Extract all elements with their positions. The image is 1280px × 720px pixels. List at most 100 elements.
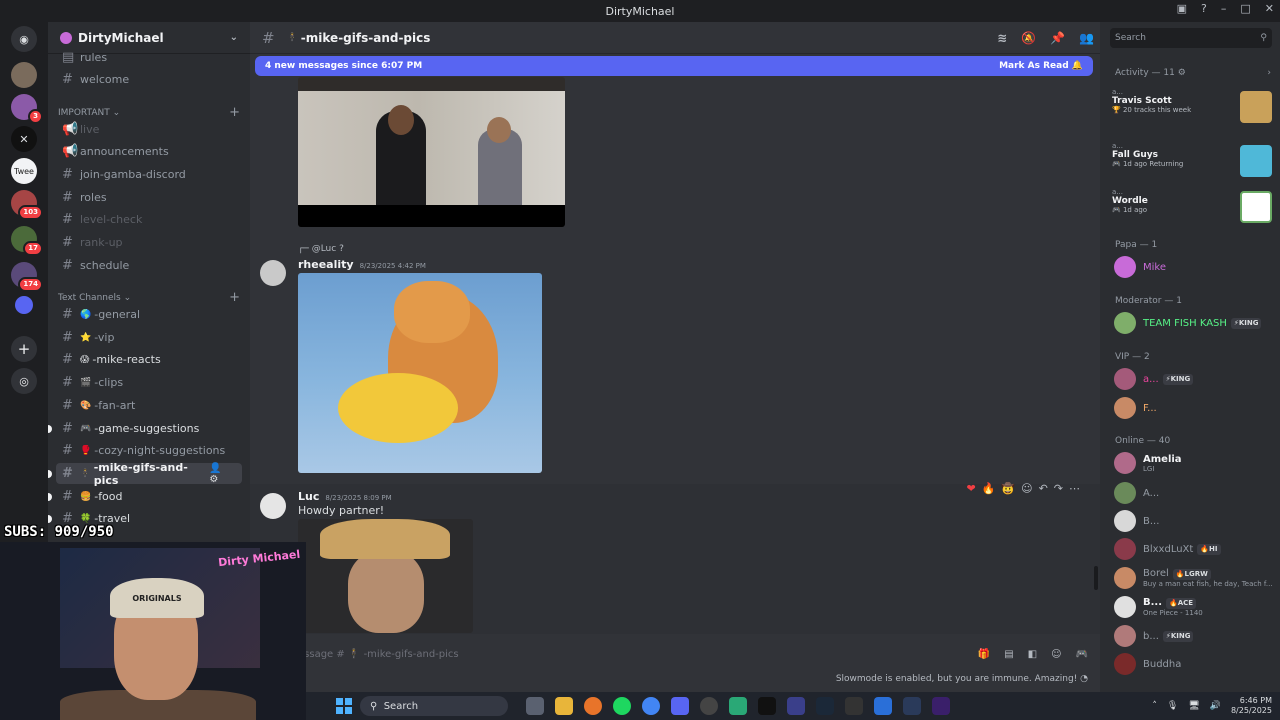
notification-bell-icon[interactable]: 🔕 xyxy=(1021,31,1036,45)
gift-icon[interactable]: 🎁 xyxy=(978,649,990,660)
network-icon[interactable]: 🖥 xyxy=(1188,701,1199,711)
member-item[interactable]: Buddha xyxy=(1114,651,1276,677)
member-item[interactable]: a... ⚡KING xyxy=(1114,366,1276,392)
reply-icon[interactable]: ↶ xyxy=(1039,482,1048,495)
sticker-icon[interactable]: ◧ xyxy=(1028,649,1037,660)
member-item[interactable]: Amelia LGI xyxy=(1114,450,1276,476)
gif-attachment[interactable] xyxy=(298,519,473,633)
app-icon[interactable] xyxy=(874,697,892,715)
discover-icon[interactable]: ◎ xyxy=(11,368,37,394)
server-icon[interactable] xyxy=(11,62,37,88)
channel-game-suggestions[interactable]: # 🎮 -game-suggestions xyxy=(56,418,242,439)
channel-food[interactable]: # 🍔 -food xyxy=(56,486,242,507)
message-author[interactable]: Luc 8/23/2025 8:09 PM xyxy=(298,490,392,503)
avatar[interactable] xyxy=(260,260,286,286)
channel-roles[interactable]: # roles xyxy=(56,187,242,208)
close-button[interactable]: ✕ xyxy=(1265,2,1274,15)
channel-live[interactable]: 📢 live xyxy=(56,119,242,140)
channel-mike-gifs-and-pics[interactable]: # 🕴 -mike-gifs-and-pics 👤⚙ xyxy=(56,461,242,487)
reaction-button[interactable]: ❤ xyxy=(966,482,975,495)
forward-icon[interactable]: ↷ xyxy=(1054,482,1063,495)
activity-card[interactable]: a... Travis Scott 🏆 20 tracks this week xyxy=(1112,88,1272,130)
server-icon[interactable]: ✕ xyxy=(11,126,37,152)
channel-clips[interactable]: # 🎬 -clips xyxy=(56,372,242,393)
help-icon[interactable]: ? xyxy=(1201,2,1207,15)
volume-icon[interactable]: 🔊 xyxy=(1210,701,1221,711)
add-server-icon[interactable]: + xyxy=(11,336,37,362)
pin-icon[interactable]: 📌 xyxy=(1050,31,1065,45)
app-icon[interactable] xyxy=(903,697,921,715)
search-input[interactable]: Search ⚲ xyxy=(1110,28,1272,48)
reply-reference[interactable]: ┌─ @Luc ? xyxy=(298,244,344,254)
channel-settings-icon[interactable]: 👤⚙ xyxy=(209,463,236,485)
category-important[interactable]: IMPORTANT ⌄ + xyxy=(58,105,244,120)
app-icon[interactable] xyxy=(729,697,747,715)
channel-level-check[interactable]: # level-check xyxy=(56,209,242,230)
mark-as-read-button[interactable]: Mark As Read 🔔 xyxy=(999,61,1083,71)
taskbar-search[interactable]: ⚲ Search xyxy=(360,696,508,716)
add-channel-icon[interactable]: + xyxy=(229,290,240,305)
server-folder[interactable]: 17 xyxy=(11,226,43,256)
mic-icon[interactable]: 🎙 xyxy=(1167,701,1178,711)
minimize-button[interactable]: – xyxy=(1221,2,1227,15)
inbox-icon[interactable]: ▣ xyxy=(1177,2,1187,15)
emoji-icon[interactable]: ☺ xyxy=(1051,649,1061,660)
threads-icon[interactable]: ≋ xyxy=(997,31,1007,45)
app-icon[interactable] xyxy=(845,697,863,715)
member-item[interactable]: B... 🔥ACE One Piece - 1140 xyxy=(1114,594,1276,620)
avatar[interactable] xyxy=(260,493,286,519)
gif-attachment[interactable] xyxy=(298,273,542,473)
activity-icon[interactable]: 🎮 xyxy=(1076,649,1088,660)
server-icon[interactable]: 3 xyxy=(11,94,43,124)
channel-announcements[interactable]: 📢 announcements xyxy=(56,141,242,162)
server-folder[interactable]: 174 xyxy=(11,262,43,292)
channel-rules[interactable]: ▤ rules xyxy=(56,47,242,68)
premiere-icon[interactable] xyxy=(932,697,950,715)
member-item[interactable]: BlxxdLuXt 🔥HI xyxy=(1114,536,1276,562)
category-text-channels[interactable]: Text Channels ⌄ + xyxy=(58,290,244,305)
member-list-icon[interactable]: 👥 xyxy=(1079,31,1094,45)
gif-attachment[interactable] xyxy=(298,77,565,227)
clock[interactable]: 6:46 PM 8/25/2025 xyxy=(1231,696,1272,716)
obs-icon[interactable] xyxy=(700,697,718,715)
channel-fan-art[interactable]: # 🎨 -fan-art xyxy=(56,395,242,416)
channel-vip[interactable]: # ⭐ -vip xyxy=(56,327,242,348)
message-author[interactable]: rheeality 8/23/2025 4:42 PM xyxy=(298,258,426,271)
reaction-button[interactable]: 🔥 xyxy=(982,482,996,495)
scrollbar[interactable] xyxy=(1094,566,1098,590)
activity-header[interactable]: Activity — 11 ⚙ › xyxy=(1115,68,1271,78)
channel-join-gamba-discord[interactable]: # join-gamba-discord xyxy=(56,164,242,185)
member-item[interactable]: A... xyxy=(1114,480,1276,506)
spotify-icon[interactable] xyxy=(613,697,631,715)
activity-card[interactable]: a... Wordle 🎮 1d ago xyxy=(1112,188,1272,230)
windows-start-icon[interactable] xyxy=(336,698,352,714)
firefox-icon[interactable] xyxy=(584,697,602,715)
add-channel-icon[interactable]: + xyxy=(229,105,240,120)
discord-icon[interactable] xyxy=(671,697,689,715)
channel-schedule[interactable]: # schedule xyxy=(56,255,242,276)
app-icon[interactable] xyxy=(758,697,776,715)
server-icon[interactable] xyxy=(15,296,33,314)
message-composer[interactable]: essage # 🕴 -mike-gifs-and-pics 🎁 ▤ ◧ ☺ 🎮 xyxy=(298,643,1088,665)
channel-general[interactable]: # 🌎 -general xyxy=(56,304,242,325)
member-item[interactable]: b... ⚡KING xyxy=(1114,623,1276,649)
member-item[interactable]: Borel 🔥LGRW Buy a man eat fish, he day, Te… xyxy=(1114,565,1276,591)
server-icon[interactable]: 103 xyxy=(11,190,43,220)
add-reaction-icon[interactable]: ☺ xyxy=(1021,482,1032,495)
member-item[interactable]: Mike xyxy=(1114,254,1276,280)
file-explorer-icon[interactable] xyxy=(555,697,573,715)
channel-cozy-night-suggestions[interactable]: # 🥊 -cozy-night-suggestions xyxy=(56,440,242,461)
app-icon[interactable] xyxy=(787,697,805,715)
activity-card[interactable]: a... Fall Guys 🎮 1d ago Returning xyxy=(1112,142,1272,184)
member-item[interactable]: B... xyxy=(1114,508,1276,534)
channel-mike-reacts[interactable]: # 😱 -mike-reacts xyxy=(56,349,242,370)
discord-home-icon[interactable]: ◉ xyxy=(11,26,37,52)
steam-icon[interactable] xyxy=(816,697,834,715)
member-item[interactable]: TEAM FISH KASH ⚡KING xyxy=(1114,310,1276,336)
member-item[interactable]: F... xyxy=(1114,395,1276,421)
maximize-button[interactable]: □ xyxy=(1240,2,1250,15)
channel-rank-up[interactable]: # rank-up xyxy=(56,232,242,253)
chevron-up-icon[interactable]: ˄ xyxy=(1152,701,1157,711)
more-icon[interactable]: ⋯ xyxy=(1069,482,1080,495)
server-icon[interactable]: Twee xyxy=(11,158,37,184)
